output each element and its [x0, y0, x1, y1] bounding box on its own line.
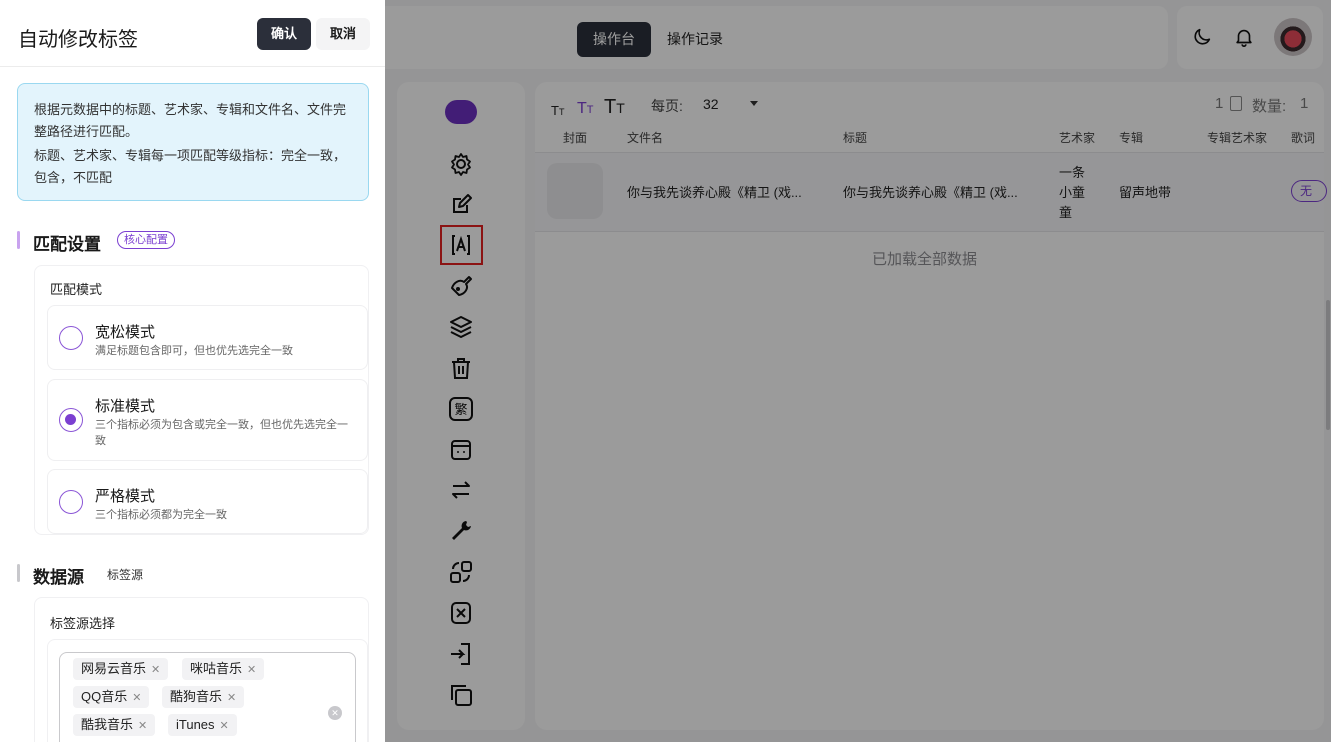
chip-tag-source[interactable]: iTunes ✕: [168, 714, 237, 736]
chip-label: iTunes: [176, 717, 215, 732]
option-title: 严格模式: [95, 488, 156, 505]
option-description: 满足标题包含即可，但也优先选完全一致: [95, 345, 293, 357]
match-settings-title: 匹配设置: [33, 235, 101, 254]
chip-tag-source[interactable]: 网易云音乐 ✕: [73, 658, 169, 680]
section-accent-bar: [17, 231, 20, 249]
clear-icon[interactable]: ✕: [328, 706, 342, 720]
tag-source-select-label: 标签源选择: [50, 616, 116, 631]
cancel-button[interactable]: 取消: [316, 18, 370, 50]
chip-tag-source[interactable]: 咪咕音乐 ✕: [182, 658, 265, 680]
info-line-2: 标题、艺术家、专辑每一项匹配等级指标：完全一致，包含，不匹配: [34, 148, 347, 185]
close-icon[interactable]: ✕: [227, 692, 236, 704]
chip-label: 酷狗音乐: [170, 689, 223, 704]
chip-tag-source[interactable]: QQ音乐 ✕: [73, 686, 150, 708]
radio-loose[interactable]: [59, 326, 83, 350]
drawer-divider: [0, 66, 385, 67]
option-title: 标准模式: [95, 398, 156, 415]
chip-label: 咪咕音乐: [190, 661, 243, 676]
chip-label: 酷我音乐: [81, 717, 134, 732]
confirm-button[interactable]: 确认: [257, 18, 311, 50]
radio-standard[interactable]: [59, 408, 83, 432]
option-description: 三个指标必须都为完全一致: [95, 509, 227, 521]
chip-label: QQ音乐: [81, 689, 128, 704]
data-source-title: 数据源: [33, 568, 84, 587]
option-title: 宽松模式: [95, 324, 156, 341]
info-line-1: 根据元数据中的标题、艺术家、专辑和文件名、文件完整路径进行匹配。: [34, 102, 347, 139]
tag-source-label: 标签源: [107, 568, 144, 582]
close-icon[interactable]: ✕: [247, 664, 256, 676]
option-description: 三个指标必须为包含或完全一致，但也优先选完全一致: [95, 419, 348, 447]
section-accent-bar: [17, 564, 20, 582]
auto-tag-drawer: 自动修改标签 确认 取消 根据元数据中的标题、艺术家、专辑和文件名、文件完整路径…: [0, 0, 385, 742]
match-mode-label: 匹配模式: [50, 282, 103, 297]
chip-label: 网易云音乐: [81, 661, 147, 676]
chip-tag-source[interactable]: 酷我音乐 ✕: [73, 714, 156, 736]
drawer-title: 自动修改标签: [18, 29, 138, 51]
close-icon[interactable]: ✕: [151, 664, 160, 676]
core-config-badge: 核心配置: [117, 231, 175, 249]
radio-strict[interactable]: [59, 490, 83, 514]
close-icon[interactable]: ✕: [138, 720, 147, 732]
chip-tag-source[interactable]: 酷狗音乐 ✕: [162, 686, 245, 708]
info-alert: 根据元数据中的标题、艺术家、专辑和文件名、文件完整路径进行匹配。 标题、艺术家、…: [17, 83, 369, 201]
close-icon[interactable]: ✕: [132, 692, 141, 704]
close-icon[interactable]: ✕: [220, 720, 229, 732]
